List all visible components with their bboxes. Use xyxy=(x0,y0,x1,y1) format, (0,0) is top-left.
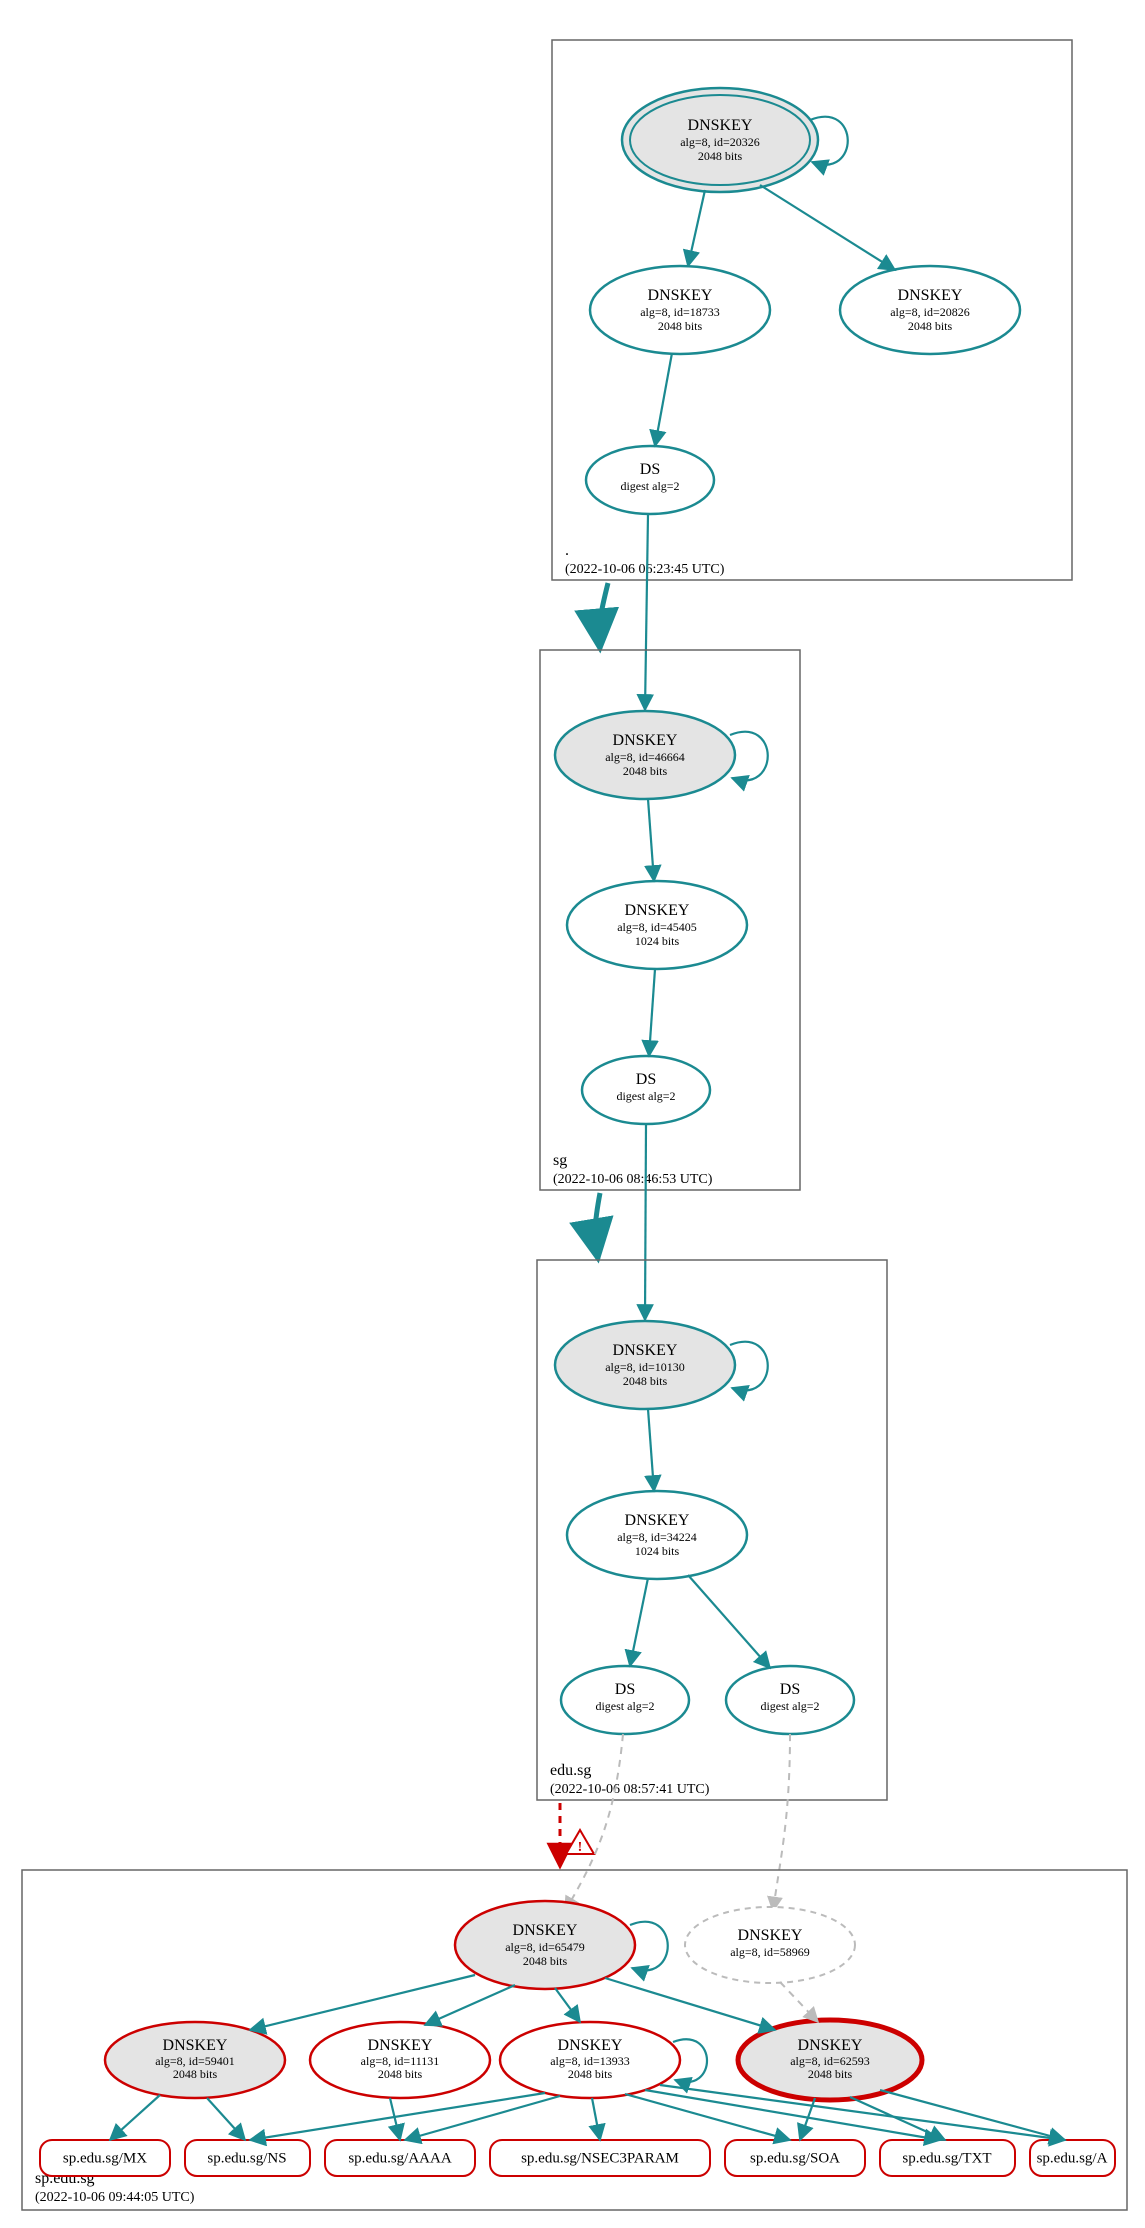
svg-text:DNSKEY: DNSKEY xyxy=(798,2037,863,2054)
svg-text:sp.edu.sg/TXT: sp.edu.sg/TXT xyxy=(902,2150,991,2166)
svg-text:DNSKEY: DNSKEY xyxy=(163,2037,228,2054)
zone-edusg-name: edu.sg xyxy=(550,1762,591,1779)
node-sg-ds: DS digest alg=2 xyxy=(582,1056,710,1124)
svg-text:alg=8, id=20326: alg=8, id=20326 xyxy=(680,135,760,149)
svg-text:DNSKEY: DNSKEY xyxy=(738,1927,803,1944)
svg-text:sp.edu.sg/SOA: sp.edu.sg/SOA xyxy=(750,2150,840,2166)
zone-spedusg-ts: (2022-10-06 09:44:05 UTC) xyxy=(35,2190,195,2205)
zone-spedusg: sp.edu.sg (2022-10-06 09:44:05 UTC) DNSK… xyxy=(22,1870,1127,2210)
svg-text:DNSKEY: DNSKEY xyxy=(898,287,963,304)
zone-root: . (2022-10-06 06:23:45 UTC) DNSKEY alg=8… xyxy=(552,40,1072,580)
svg-text:alg=8, id=18733: alg=8, id=18733 xyxy=(640,305,720,319)
svg-text:DS: DS xyxy=(780,1681,800,1698)
zone-edusg-ts: (2022-10-06 08:57:41 UTC) xyxy=(550,1782,710,1797)
delegation-arrow-icon xyxy=(595,1193,600,1259)
zone-root-name: . xyxy=(565,542,569,559)
svg-text:alg=8, id=20826: alg=8, id=20826 xyxy=(890,305,970,319)
delegation-arrow-icon xyxy=(599,583,608,649)
svg-text:alg=8, id=59401: alg=8, id=59401 xyxy=(155,2054,235,2068)
svg-text:DNSKEY: DNSKEY xyxy=(648,287,713,304)
node-edu-ksk: DNSKEY alg=8, id=10130 2048 bits xyxy=(555,1321,735,1409)
svg-text:alg=8, id=13933: alg=8, id=13933 xyxy=(550,2054,630,2068)
svg-text:2048 bits: 2048 bits xyxy=(568,2067,613,2081)
svg-text:alg=8, id=34224: alg=8, id=34224 xyxy=(617,1530,697,1544)
node-edu-zsk: DNSKEY alg=8, id=34224 1024 bits xyxy=(567,1491,747,1579)
svg-text:2048 bits: 2048 bits xyxy=(378,2067,423,2081)
svg-text:digest alg=2: digest alg=2 xyxy=(616,1089,675,1103)
svg-text:DS: DS xyxy=(615,1681,635,1698)
node-sg-zsk: DNSKEY alg=8, id=45405 1024 bits xyxy=(567,881,747,969)
node-edu-ds1: DS digest alg=2 xyxy=(561,1666,689,1734)
svg-text:sp.edu.sg/NS: sp.edu.sg/NS xyxy=(207,2150,286,2166)
svg-text:2048 bits: 2048 bits xyxy=(908,319,953,333)
svg-text:DNSKEY: DNSKEY xyxy=(513,1922,578,1939)
svg-text:alg=8, id=62593: alg=8, id=62593 xyxy=(790,2054,870,2068)
node-sp-k1: DNSKEY alg=8, id=59401 2048 bits xyxy=(105,2022,285,2098)
svg-text:alg=8, id=11131: alg=8, id=11131 xyxy=(361,2054,440,2068)
svg-text:sp.edu.sg/AAAA: sp.edu.sg/AAAA xyxy=(348,2150,451,2166)
svg-text:alg=8, id=45405: alg=8, id=45405 xyxy=(617,920,697,934)
warning-icon: ! xyxy=(566,1830,594,1855)
svg-text:digest alg=2: digest alg=2 xyxy=(595,1699,654,1713)
node-sp-k2: DNSKEY alg=8, id=11131 2048 bits xyxy=(310,2022,490,2098)
svg-text:2048 bits: 2048 bits xyxy=(658,319,703,333)
zone-sg-ts: (2022-10-06 08:46:53 UTC) xyxy=(553,1172,713,1187)
node-root-ds: DS digest alg=2 xyxy=(586,446,714,514)
zone-sg: sg (2022-10-06 08:46:53 UTC) DNSKEY alg=… xyxy=(540,650,800,1190)
svg-text:alg=8, id=65479: alg=8, id=65479 xyxy=(505,1940,585,1954)
dnssec-chain-diagram: . (2022-10-06 06:23:45 UTC) DNSKEY alg=8… xyxy=(0,0,1145,2228)
svg-text:DNSKEY: DNSKEY xyxy=(368,2037,433,2054)
svg-text:!: ! xyxy=(578,1840,583,1855)
svg-text:digest alg=2: digest alg=2 xyxy=(760,1699,819,1713)
node-sp-k4: DNSKEY alg=8, id=62593 2048 bits xyxy=(738,2020,922,2100)
svg-text:DS: DS xyxy=(636,1071,656,1088)
svg-text:DNSKEY: DNSKEY xyxy=(688,117,753,134)
zone-root-ts: (2022-10-06 06:23:45 UTC) xyxy=(565,562,725,577)
svg-text:2048 bits: 2048 bits xyxy=(808,2067,853,2081)
svg-text:alg=8, id=58969: alg=8, id=58969 xyxy=(730,1945,810,1959)
node-root-ksk: DNSKEY alg=8, id=20326 2048 bits xyxy=(622,88,818,192)
svg-text:alg=8, id=46664: alg=8, id=46664 xyxy=(605,750,685,764)
svg-text:2048 bits: 2048 bits xyxy=(623,1374,668,1388)
node-sg-ksk: DNSKEY alg=8, id=46664 2048 bits xyxy=(555,711,735,799)
svg-text:2048 bits: 2048 bits xyxy=(623,764,668,778)
svg-text:sp.edu.sg/MX: sp.edu.sg/MX xyxy=(63,2150,147,2166)
node-sp-k3: DNSKEY alg=8, id=13933 2048 bits xyxy=(500,2022,680,2098)
node-sp-ksk: DNSKEY alg=8, id=65479 2048 bits xyxy=(455,1901,635,1989)
zone-edusg: edu.sg (2022-10-06 08:57:41 UTC) DNSKEY … xyxy=(537,1260,887,1800)
node-root-zsk2: DNSKEY alg=8, id=20826 2048 bits xyxy=(840,266,1020,354)
svg-text:2048 bits: 2048 bits xyxy=(698,149,743,163)
svg-text:sp.edu.sg/NSEC3PARAM: sp.edu.sg/NSEC3PARAM xyxy=(521,2150,679,2166)
svg-text:2048 bits: 2048 bits xyxy=(173,2067,218,2081)
node-root-zsk1: DNSKEY alg=8, id=18733 2048 bits xyxy=(590,266,770,354)
svg-text:DNSKEY: DNSKEY xyxy=(558,2037,623,2054)
rrset-row: sp.edu.sg/MX sp.edu.sg/NS sp.edu.sg/AAAA… xyxy=(40,2140,1115,2176)
node-edu-ds2: DS digest alg=2 xyxy=(726,1666,854,1734)
svg-text:DNSKEY: DNSKEY xyxy=(613,732,678,749)
svg-text:DS: DS xyxy=(640,461,660,478)
svg-text:alg=8, id=10130: alg=8, id=10130 xyxy=(605,1360,685,1374)
svg-text:sp.edu.sg/A: sp.edu.sg/A xyxy=(1037,2150,1108,2166)
svg-text:1024 bits: 1024 bits xyxy=(635,1544,680,1558)
svg-text:digest alg=2: digest alg=2 xyxy=(620,479,679,493)
svg-text:DNSKEY: DNSKEY xyxy=(625,1512,690,1529)
svg-text:2048 bits: 2048 bits xyxy=(523,1954,568,1968)
svg-text:1024 bits: 1024 bits xyxy=(635,934,680,948)
svg-text:DNSKEY: DNSKEY xyxy=(613,1342,678,1359)
svg-text:DNSKEY: DNSKEY xyxy=(625,902,690,919)
zone-sg-name: sg xyxy=(553,1152,567,1169)
node-sp-ghost: DNSKEY alg=8, id=58969 xyxy=(685,1907,855,1983)
